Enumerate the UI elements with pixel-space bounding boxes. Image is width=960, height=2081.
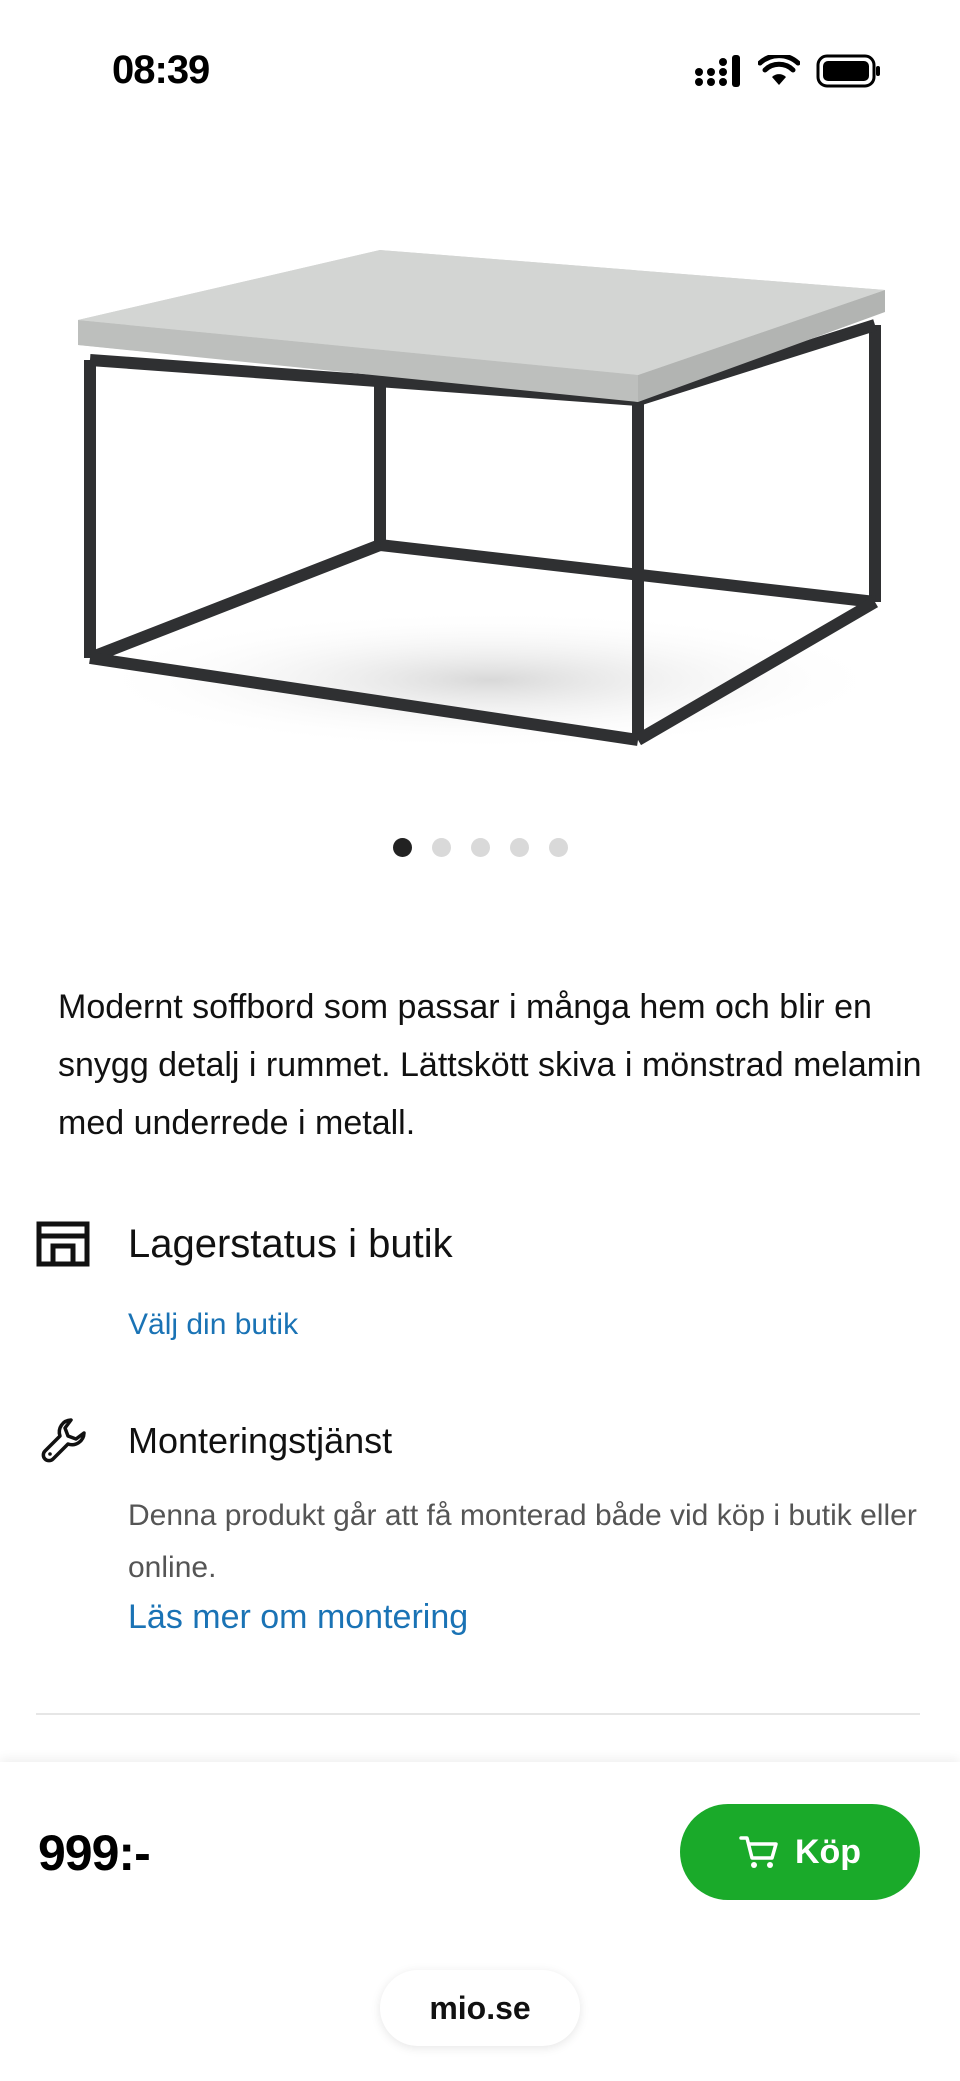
carousel-dot[interactable]	[470, 838, 490, 857]
browser-url-bar[interactable]: mio.se	[380, 1970, 580, 2046]
divider	[36, 1713, 920, 1715]
cart-icon	[739, 1836, 778, 1868]
store-icon	[36, 1221, 90, 1267]
stock-status-title: Lagerstatus i butik	[128, 1222, 453, 1266]
carousel-dot[interactable]	[509, 838, 529, 857]
carousel-dot[interactable]	[548, 838, 568, 857]
product-price: 999:-	[38, 1825, 151, 1881]
status-bar: 08:39	[0, 0, 960, 140]
product-description: Modernt soffbord som passar i många hem …	[58, 988, 922, 1142]
assembly-service-title: Monteringstjänst	[128, 1420, 393, 1461]
read-more-assembly-link[interactable]: Läs mer om montering	[128, 1598, 468, 1637]
buy-button-label: Köp	[794, 1832, 862, 1871]
image-carousel-dots	[0, 838, 960, 857]
status-time: 08:39	[112, 48, 210, 92]
carousel-dot[interactable]	[392, 838, 412, 857]
battery-icon	[816, 54, 880, 88]
carousel-dot[interactable]	[431, 838, 451, 857]
signal-icon	[695, 55, 740, 87]
coffee-table-image[interactable]	[60, 230, 900, 770]
buy-button[interactable]: Köp	[680, 1804, 920, 1900]
wifi-icon	[758, 55, 800, 85]
assembly-service-text: Denna produkt går att få monterad både v…	[128, 1499, 917, 1584]
wrench-icon	[41, 1418, 86, 1463]
choose-store-link[interactable]: Välj din butik	[128, 1308, 298, 1342]
status-icons	[694, 54, 882, 88]
